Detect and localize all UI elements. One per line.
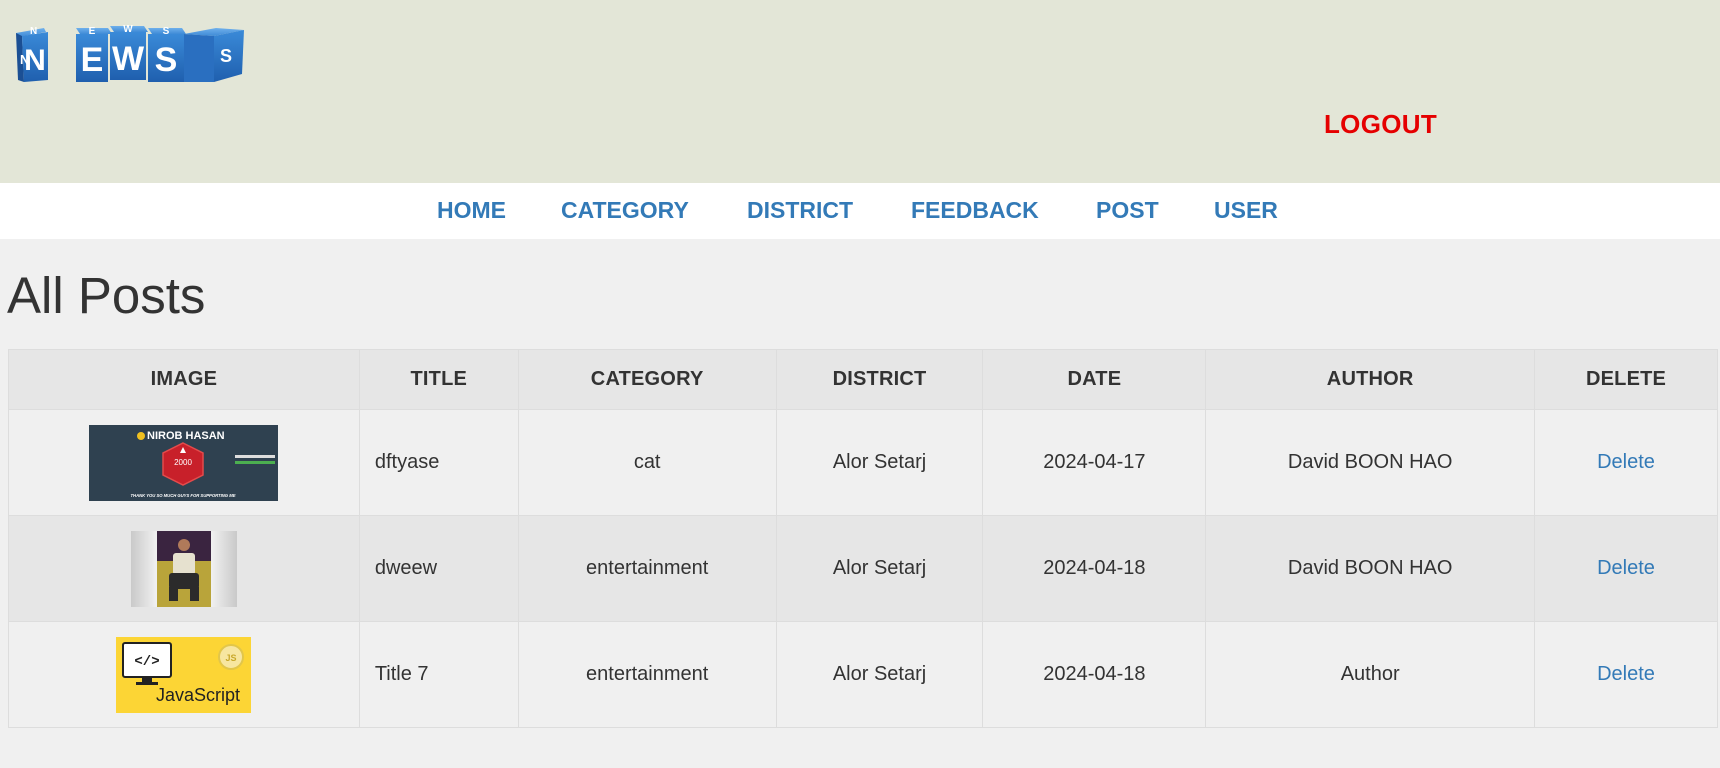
post-thumbnail-person[interactable]: [130, 530, 237, 607]
title-cell: dweew: [358, 515, 519, 622]
date-cell: 2024-04-17: [982, 409, 1207, 516]
author-cell: David BOON HAO: [1205, 515, 1536, 622]
logo-cube-e: E E: [76, 26, 112, 82]
delete-button[interactable]: Delete: [1597, 451, 1655, 473]
nav-user[interactable]: USER: [1214, 197, 1278, 224]
posts-table: IMAGE TITLE CATEGORY DISTRICT DATE AUTHO…: [8, 349, 1718, 728]
delete-button[interactable]: Delete: [1597, 557, 1655, 579]
logo-letter-1: N: [24, 44, 46, 77]
logo-letter-top-1: N: [30, 26, 37, 37]
delete-button[interactable]: Delete: [1597, 663, 1655, 685]
banner-caption-text: THANK YOU SO MUCH GUYS FOR SUPPORTING ME: [131, 493, 236, 498]
javascript-label: JavaScript: [156, 685, 240, 705]
author-cell: Author: [1205, 621, 1536, 728]
column-header-delete: DELETE: [1534, 349, 1718, 410]
person-head: [177, 538, 190, 551]
page-title: All Posts: [7, 267, 206, 324]
delete-cell: Delete: [1534, 621, 1718, 728]
column-header-author: AUTHOR: [1205, 349, 1536, 410]
column-header-category: CATEGORY: [517, 349, 777, 410]
logo-letter-top-3: W: [123, 24, 133, 35]
main-nav: HOME CATEGORY DISTRICT FEEDBACK POST USE…: [0, 183, 1720, 239]
logo-letter-4: S: [155, 41, 178, 79]
logo-letter-top-4: S: [163, 26, 170, 37]
district-cell: Alor Setarj: [775, 515, 984, 622]
table-row: dweew entertainment Alor Setarj 2024-04-…: [8, 515, 1718, 622]
crown-icon: [137, 431, 146, 440]
title-cell: Title 7: [358, 621, 519, 728]
news-logo[interactable]: N N N E E W W S S S: [16, 22, 246, 88]
image-cell: [8, 515, 360, 622]
table-header-row: IMAGE TITLE CATEGORY DISTRICT DATE AUTHO…: [8, 349, 1718, 410]
nav-category[interactable]: CATEGORY: [561, 197, 689, 224]
column-header-image: IMAGE: [8, 349, 360, 410]
author-cell: David BOON HAO: [1205, 409, 1536, 516]
site-header: N N N E E W W S S S LOGOUT: [0, 0, 1720, 183]
logo-letter-2: E: [81, 41, 104, 79]
title-cell: dftyase: [358, 409, 519, 516]
date-cell: 2024-04-18: [982, 515, 1207, 622]
logo-letter-top-2: E: [89, 26, 96, 37]
district-cell: Alor Setarj: [775, 621, 984, 728]
image-cell: NIROB HASAN 2000 THANK YOU SO MUCH GUYS …: [8, 409, 360, 516]
logo-cube-s: S S: [148, 26, 186, 82]
column-header-title: TITLE: [358, 349, 519, 410]
logo-cube-side: S: [184, 28, 244, 82]
banner-count-text: 2000: [175, 458, 193, 467]
banner-name-text: NIROB HASAN: [147, 430, 225, 442]
code-symbol: </>: [135, 654, 160, 670]
image-cell: </> JS JavaScript: [8, 621, 360, 728]
logo-letter-3: W: [112, 40, 145, 78]
nav-feedback[interactable]: FEEDBACK: [911, 197, 1039, 224]
category-cell: entertainment: [517, 621, 777, 728]
column-header-date: DATE: [982, 349, 1207, 410]
table-row: NIROB HASAN 2000 THANK YOU SO MUCH GUYS …: [8, 409, 1718, 516]
nav-home[interactable]: HOME: [437, 197, 506, 224]
category-cell: entertainment: [517, 515, 777, 622]
post-thumbnail-banner[interactable]: NIROB HASAN 2000 THANK YOU SO MUCH GUYS …: [89, 424, 279, 501]
delete-cell: Delete: [1534, 409, 1718, 516]
delete-cell: Delete: [1534, 515, 1718, 622]
district-cell: Alor Setarj: [775, 409, 984, 516]
logout-link[interactable]: LOGOUT: [1324, 109, 1437, 140]
js-badge-text: JS: [226, 653, 237, 663]
date-cell: 2024-04-18: [982, 621, 1207, 728]
logo-letter-side-2: S: [220, 46, 232, 66]
post-thumbnail-javascript[interactable]: </> JS JavaScript: [116, 636, 252, 713]
logo-cube-w: W W: [110, 24, 148, 80]
category-cell: cat: [517, 409, 777, 516]
nav-district[interactable]: DISTRICT: [747, 197, 853, 224]
column-header-district: DISTRICT: [775, 349, 984, 410]
nav-post[interactable]: POST: [1096, 197, 1159, 224]
table-row: </> JS JavaScript Title 7 entertainment …: [8, 621, 1718, 728]
logo-cube-n: N N N: [16, 26, 48, 82]
